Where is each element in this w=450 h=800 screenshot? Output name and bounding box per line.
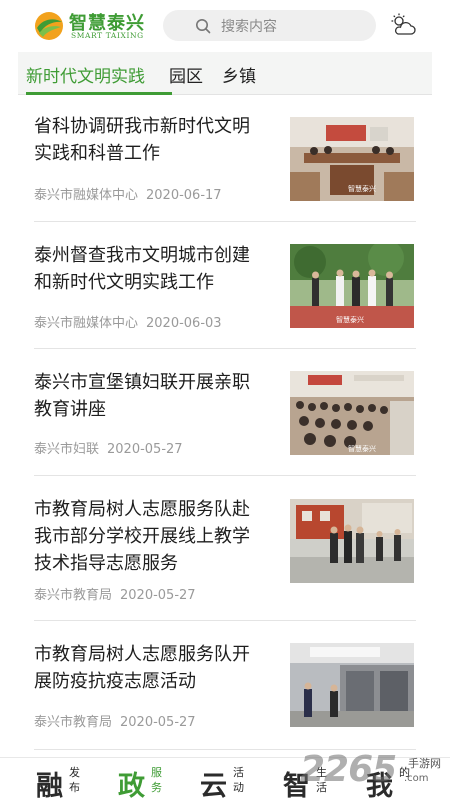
news-thumbnail: [290, 499, 414, 583]
news-source: 泰兴市教育局: [34, 588, 113, 603]
search-bar[interactable]: 搜索内容: [163, 10, 376, 41]
weather-cloud-sun-icon[interactable]: [390, 12, 416, 38]
news-title: 市教育局树人志愿服务队开展防疫抗疫志愿活动: [34, 644, 250, 692]
news-item[interactable]: 市教育局树人志愿服务队开展防疫抗疫志愿活动 泰兴市教育局 2020-05-27: [34, 621, 416, 750]
news-meta: 泰兴市融媒体中心 2020-06-17: [34, 184, 222, 203]
news-meta: 泰兴市融媒体中心 2020-06-03: [34, 312, 222, 331]
watermark-number: 2265: [300, 749, 397, 790]
nav-big-char: 融: [36, 771, 63, 800]
news-date: 2020-05-27: [120, 588, 196, 603]
news-item[interactable]: 泰兴市宣堡镇妇联开展亲职教育讲座 泰兴市妇联 2020-05-27 智慧泰兴: [34, 349, 416, 476]
thumb-watermark: 智慧泰兴: [348, 444, 376, 453]
news-source: 泰兴市融媒体中心: [34, 316, 139, 331]
news-meta: 泰兴市教育局 2020-05-27: [34, 711, 196, 730]
active-tab-indicator: [26, 92, 172, 95]
news-source: 泰兴市妇联: [34, 442, 100, 457]
nav-yun-activity[interactable]: 云 活动: [200, 762, 252, 800]
thumb-watermark: 智慧泰兴: [348, 184, 376, 193]
nav-small-text: 服务: [151, 766, 162, 794]
app-logo[interactable]: 智慧泰兴 SMART TAIXING: [34, 9, 149, 43]
news-item[interactable]: 省科协调研我市新时代文明实践和科普工作 泰兴市融媒体中心 2020-06-17 智…: [34, 96, 416, 222]
app-header: 智慧泰兴 SMART TAIXING 搜索内容: [0, 0, 450, 50]
watermark-site-name: 手游网: [408, 757, 441, 770]
watermark-url: .com: [404, 773, 429, 784]
site-watermark: 2265 手游网 .com: [300, 749, 450, 800]
news-date: 2020-05-27: [120, 715, 196, 730]
meeting-room-photo: 智慧泰兴: [290, 117, 414, 201]
nav-small-text: 活动: [233, 766, 244, 794]
logo-text-en: SMART TAIXING: [71, 31, 144, 40]
nav-big-char: 云: [200, 771, 227, 800]
school-visit-photo: [290, 499, 414, 583]
news-title: 省科协调研我市新时代文明实践和科普工作: [34, 116, 250, 164]
tab-park[interactable]: 园区: [169, 62, 203, 87]
news-title: 泰州督查我市文明城市创建和新时代文明实践工作: [34, 245, 250, 293]
news-thumbnail: 智慧泰兴: [290, 371, 414, 455]
news-date: 2020-06-17: [146, 188, 222, 203]
nav-big-char: 政: [118, 771, 145, 800]
news-date: 2020-05-27: [107, 442, 183, 457]
news-title: 泰兴市宣堡镇妇联开展亲职教育讲座: [34, 372, 250, 420]
nav-rong-release[interactable]: 融 发布: [36, 762, 88, 800]
thumb-watermark: 智慧泰兴: [336, 315, 364, 324]
tab-civilization-practice[interactable]: 新时代文明实践: [26, 62, 145, 87]
news-source: 泰兴市融媒体中心: [34, 188, 139, 203]
category-tabs: 新时代文明实践 园区 乡镇: [18, 52, 432, 95]
news-source: 泰兴市教育局: [34, 715, 113, 730]
storefront-photo: [290, 643, 414, 727]
search-placeholder: 搜索内容: [221, 18, 277, 35]
search-icon: [196, 18, 211, 33]
outdoor-group-photo: 智慧泰兴: [290, 244, 414, 328]
nav-zheng-service[interactable]: 政 服务: [118, 762, 170, 800]
logo-mark-icon: [35, 12, 63, 40]
tab-township[interactable]: 乡镇: [222, 62, 256, 87]
news-thumbnail: 智慧泰兴: [290, 117, 414, 201]
news-title: 市教育局树人志愿服务队赴我市部分学校开展线上教学技术指导志愿服务: [34, 499, 250, 574]
news-item[interactable]: 泰州督查我市文明城市创建和新时代文明实践工作 泰兴市融媒体中心 2020-06-0…: [34, 222, 416, 349]
news-meta: 泰兴市教育局 2020-05-27: [34, 584, 196, 603]
news-date: 2020-06-03: [146, 316, 222, 331]
lecture-hall-photo: 智慧泰兴: [290, 371, 414, 455]
news-thumbnail: 智慧泰兴: [290, 244, 414, 328]
news-meta: 泰兴市妇联 2020-05-27: [34, 438, 183, 457]
news-thumbnail: [290, 643, 414, 727]
nav-small-text: 发布: [69, 766, 80, 794]
news-item[interactable]: 市教育局树人志愿服务队赴我市部分学校开展线上教学技术指导志愿服务 泰兴市教育局 2…: [34, 476, 416, 621]
